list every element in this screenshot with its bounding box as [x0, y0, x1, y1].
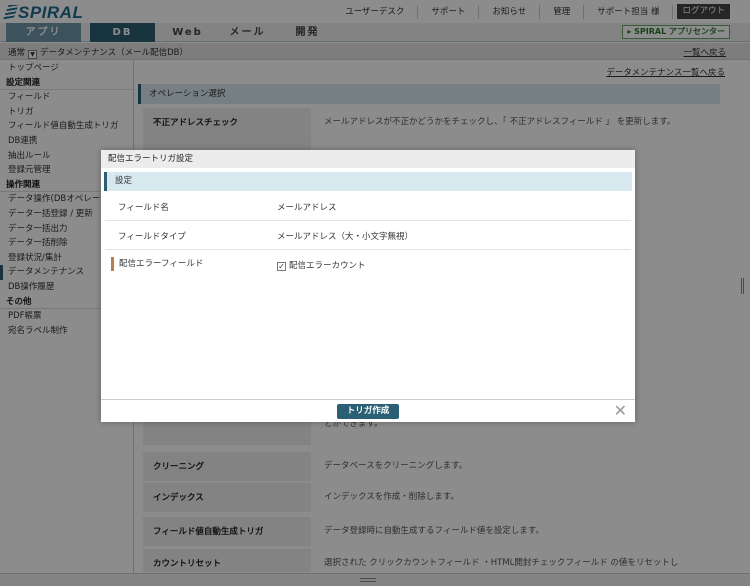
field-name-label: フィールド名 — [118, 203, 169, 213]
error-field-row: 配信エラーフィールド ✓ 配信エラーカウント — [105, 250, 631, 279]
dialog-section-header: 設定 — [104, 172, 632, 191]
trigger-settings-dialog: 配信エラートリガ設定 設定 フィールド名 メールアドレス フィールドタイプ メー… — [101, 150, 635, 422]
dialog-title: 配信エラートリガ設定 — [101, 150, 635, 168]
field-type-label: フィールドタイプ — [118, 232, 186, 242]
field-name-value: メールアドレス — [277, 203, 337, 213]
dialog-footer: トリガ作成 ✕ — [101, 399, 635, 422]
field-type-value: メールアドレス（大・小文字無視） — [277, 232, 414, 242]
error-count-option[interactable]: ✓ 配信エラーカウント — [277, 259, 366, 271]
error-field-label: 配信エラーフィールド — [111, 257, 203, 271]
field-name-row: フィールド名 メールアドレス — [105, 192, 631, 221]
error-count-checkbox[interactable]: ✓ — [277, 262, 286, 271]
create-trigger-button[interactable]: トリガ作成 — [337, 404, 399, 419]
close-icon[interactable]: ✕ — [614, 402, 627, 420]
field-type-row: フィールドタイプ メールアドレス（大・小文字無視） — [105, 221, 631, 250]
